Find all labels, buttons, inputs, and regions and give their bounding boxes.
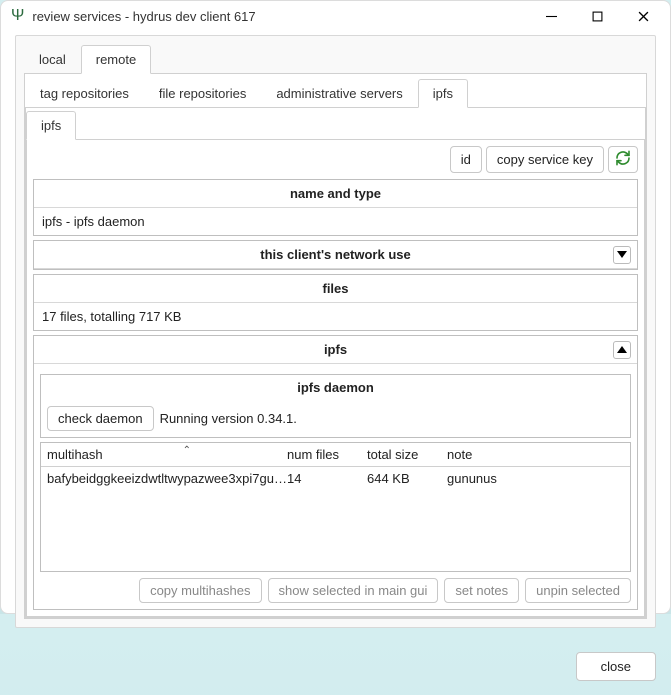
- panel-title-network-use: this client's network use: [34, 241, 637, 269]
- collapse-ipfs-button[interactable]: [613, 341, 631, 359]
- expand-network-use-button[interactable]: [613, 246, 631, 264]
- col-note[interactable]: note: [447, 447, 624, 462]
- sort-indicator-icon: ⌃: [183, 445, 191, 456]
- network-use-title: this client's network use: [260, 247, 410, 262]
- refresh-button[interactable]: [608, 146, 638, 173]
- col-multihash[interactable]: multihash⌃: [47, 447, 287, 462]
- panel-network-use: this client's network use: [33, 240, 638, 270]
- close-button[interactable]: [620, 1, 666, 31]
- tabrow-top: local remote: [24, 44, 647, 74]
- tab-ipfs-inner[interactable]: ipfs: [26, 111, 76, 140]
- cell-note: gununus: [447, 471, 624, 486]
- tabpage-ipfs: ipfs id copy service key: [25, 108, 646, 618]
- show-selected-button[interactable]: show selected in main gui: [268, 578, 439, 603]
- list-header[interactable]: multihash⌃ num files total size note: [41, 443, 630, 467]
- tabpage-remote: tag repositories file repositories admin…: [24, 74, 647, 619]
- client-area: local remote tag repositories file repos…: [15, 35, 656, 628]
- panel-files: files 17 files, totalling 717 KB: [33, 274, 638, 331]
- list-row[interactable]: bafybeidggkeeizdwtltwypazwee3xpi7guler..…: [41, 467, 630, 490]
- panel-title-files: files: [34, 275, 637, 303]
- review-services-window: Ψ review services - hydrus dev client 61…: [0, 0, 671, 614]
- multihash-list[interactable]: multihash⌃ num files total size note baf…: [40, 442, 631, 572]
- daemon-status: Running version 0.34.1.: [160, 411, 297, 426]
- set-notes-button[interactable]: set notes: [444, 578, 519, 603]
- daemon-title: ipfs daemon: [41, 375, 630, 400]
- list-body: bafybeidggkeeizdwtltwypazwee3xpi7guler..…: [41, 467, 630, 571]
- col-numfiles[interactable]: num files: [287, 447, 367, 462]
- cell-numfiles: 14: [287, 471, 367, 486]
- maximize-button[interactable]: [574, 1, 620, 31]
- panel-ipfs-daemon: ipfs daemon check daemon Running version…: [40, 374, 631, 438]
- tabrow-mid: tag repositories file repositories admin…: [25, 74, 646, 108]
- chevron-up-icon: [617, 346, 627, 353]
- titlebar: Ψ review services - hydrus dev client 61…: [1, 1, 670, 31]
- name-type-value: ipfs - ipfs daemon: [34, 208, 637, 235]
- cell-multihash: bafybeidggkeeizdwtltwypazwee3xpi7guler..…: [47, 471, 287, 486]
- app-icon: Ψ: [11, 7, 24, 25]
- tab-local[interactable]: local: [24, 45, 81, 74]
- id-button[interactable]: id: [450, 146, 482, 173]
- copy-service-key-button[interactable]: copy service key: [486, 146, 604, 173]
- tabrow-inner: ipfs: [26, 108, 645, 140]
- close-dialog-button[interactable]: close: [576, 652, 656, 681]
- minimize-button[interactable]: [528, 1, 574, 31]
- panel-title-name-type: name and type: [34, 180, 637, 208]
- dialog-footer: close: [1, 642, 670, 695]
- inner-content: id copy service key: [27, 140, 644, 616]
- files-value: 17 files, totalling 717 KB: [34, 303, 637, 330]
- tab-tag-repositories[interactable]: tag repositories: [25, 79, 144, 108]
- panel-ipfs: ipfs ipfs daemon check daemon Running ve…: [33, 335, 638, 610]
- col-totalsize[interactable]: total size: [367, 447, 447, 462]
- window-title: review services - hydrus dev client 617: [32, 9, 528, 24]
- cell-totalsize: 644 KB: [367, 471, 447, 486]
- copy-multihashes-button[interactable]: copy multihashes: [139, 578, 261, 603]
- tabpage-inner-ipfs: id copy service key: [26, 140, 645, 617]
- tab-administrative-servers[interactable]: administrative servers: [261, 79, 417, 108]
- daemon-body: check daemon Running version 0.34.1.: [41, 400, 630, 437]
- chevron-down-icon: [617, 251, 627, 258]
- ipfs-title: ipfs: [324, 342, 347, 357]
- list-actions: copy multihashes show selected in main g…: [40, 578, 631, 603]
- panel-name-and-type: name and type ipfs - ipfs daemon: [33, 179, 638, 236]
- panel-title-ipfs: ipfs: [34, 336, 637, 364]
- tab-ipfs[interactable]: ipfs: [418, 79, 468, 108]
- window-controls: [528, 1, 666, 31]
- unpin-selected-button[interactable]: unpin selected: [525, 578, 631, 603]
- check-daemon-button[interactable]: check daemon: [47, 406, 154, 431]
- tab-remote[interactable]: remote: [81, 45, 151, 74]
- ipfs-body: ipfs daemon check daemon Running version…: [34, 364, 637, 609]
- tab-file-repositories[interactable]: file repositories: [144, 79, 261, 108]
- service-toolbar: id copy service key: [33, 146, 638, 173]
